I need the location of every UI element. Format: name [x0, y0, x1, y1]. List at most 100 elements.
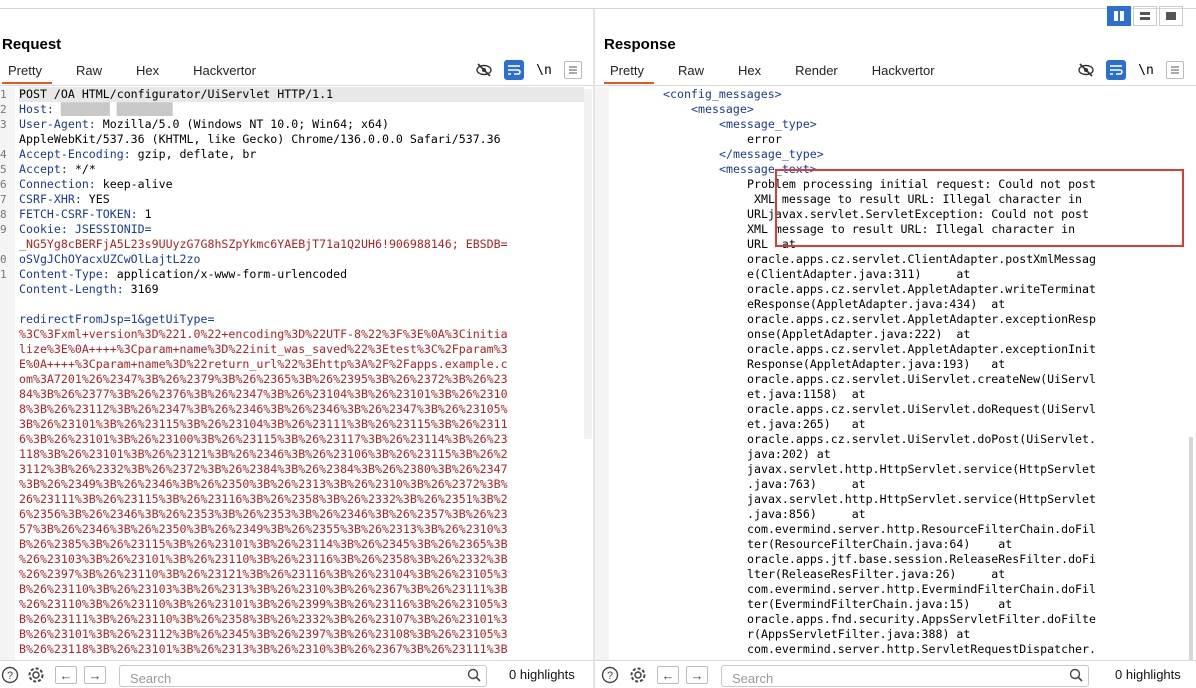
request-highlight-count: 0 highlights: [509, 667, 575, 682]
request-line: AppleWebKit/537.36 (KHTML, like Gecko) C…: [19, 132, 579, 147]
back-arrow-icon[interactable]: ←: [657, 666, 679, 684]
xml-text: r(AppsServletFilter.java:388) at: [747, 627, 971, 641]
request-search-input[interactable]: Search: [119, 665, 487, 687]
body-line: %26%23103%3B%26%23101%3B%26%23110%3B%26%…: [19, 552, 508, 566]
xml-text: e(ClientAdapter.java:311) at: [747, 267, 971, 281]
response-line: error: [595, 132, 1195, 147]
response-line: java:202) at: [595, 447, 1195, 462]
response-line: <config_messages>: [595, 87, 1195, 102]
request-line: Cookie: JSESSIONID=: [19, 222, 579, 237]
response-line: </message_type>: [595, 147, 1195, 162]
tab-hackvertor[interactable]: Hackvertor: [866, 61, 945, 84]
xml-text: oracle.apps.jtf.base.session.ReleaseResF…: [747, 552, 1097, 566]
response-line: ter(ResourceFilterChain.java:64) at: [595, 537, 1195, 552]
newline-icon[interactable]: \n: [534, 60, 554, 80]
tab-pretty[interactable]: Pretty: [604, 61, 654, 84]
line-number: 4: [0, 148, 7, 161]
response-footer: ? ← → Search 0 highlights: [595, 660, 1196, 688]
tab-raw[interactable]: Raw: [672, 61, 714, 84]
xml-text: lter(ReleaseResFilter.java:26) at: [747, 567, 1006, 581]
body-line: B%26%2385%3B%26%23115%3B%26%23101%3B%26%…: [19, 537, 508, 551]
xml-text: error: [747, 132, 782, 146]
request-line: Accept-Encoding: gzip, deflate, br: [19, 147, 579, 162]
header-value: _NG5Yg8cBERFjA5L23s9UUyzG7G8hSZpYkmc6YAE…: [19, 237, 508, 251]
header-value: AppleWebKit/537.36 (KHTML, like Gecko) C…: [19, 132, 501, 146]
header-name: Content-Type:: [19, 267, 110, 281]
back-arrow-icon[interactable]: ←: [55, 666, 77, 684]
response-line: lter(ReleaseResFilter.java:26) at: [595, 567, 1195, 582]
tab-raw[interactable]: Raw: [70, 61, 112, 84]
wrap-icon[interactable]: [1106, 60, 1126, 80]
tab-hex[interactable]: Hex: [732, 61, 771, 84]
body-line: B%26%23110%3B%26%23103%3B%26%2313%3B%26%…: [19, 582, 508, 596]
body-line: %26%23110%3B%26%23110%3B%26%23101%3B%26%…: [19, 597, 508, 611]
body-line: B%26%23118%3B%26%23101%3B%26%2313%3B%26%…: [19, 642, 508, 656]
response-line: et.java:1158) at: [595, 387, 1195, 402]
xml-text: et.java:1158) at: [747, 387, 866, 401]
response-search-input[interactable]: Search: [721, 665, 1089, 687]
header-name: POST /OA HTML/configurator/UiServlet HTT…: [19, 87, 334, 101]
xml-text: oracle.apps.cz.servlet.AppletAdapter.exc…: [747, 312, 1097, 326]
header-name: Content-Length:: [19, 282, 124, 296]
search-icon: [464, 666, 484, 684]
svg-text:?: ?: [7, 670, 13, 682]
response-line: com.evermind.server.http.ResourceFilterC…: [595, 522, 1195, 537]
forward-arrow-icon[interactable]: →: [686, 666, 708, 684]
header-value: YES: [81, 192, 110, 206]
response-line: et.java:265) at: [595, 417, 1195, 432]
header-name: CSRF-XHR:: [19, 192, 82, 206]
header-name: Accept-Encoding:: [19, 147, 131, 161]
response-editor[interactable]: <config_messages> <message> <message_type>…: [595, 87, 1196, 660]
xml-text: com.evermind.server.http.ServletRequestD…: [747, 642, 1097, 656]
response-highlight-count: 0 highlights: [1115, 667, 1181, 682]
wrap-icon[interactable]: [504, 60, 524, 80]
response-line: .java:763) at: [595, 477, 1195, 492]
header-value: Mozilla/5.0 (Windows NT 10.0; Win64; x64…: [95, 117, 389, 131]
header-value: ███████ ████████: [53, 102, 173, 116]
xml-tag: <message_type>: [719, 117, 817, 131]
response-line: oracle.apps.cz.servlet.UiServlet.createN…: [595, 372, 1195, 387]
response-line: com.evermind.server.http.ServletRequestD…: [595, 642, 1195, 657]
request-pane: Request Pretty Raw Hex Hackvertor \n 1 2 3…: [0, 9, 593, 688]
response-title: Response: [604, 36, 676, 53]
request-footer: ? ← → Search 0 highlights: [0, 660, 593, 688]
settings-icon[interactable]: [628, 666, 648, 684]
tab-hackvertor[interactable]: Hackvertor: [187, 61, 266, 84]
header-name: Connection:: [19, 177, 96, 191]
help-icon[interactable]: ?: [600, 666, 620, 684]
response-line: e(ClientAdapter.java:311) at: [595, 267, 1195, 282]
request-editor[interactable]: 1 2 3 4 5 6 7 8 9 0 1 POST /OA HTML/configurator/U…: [0, 87, 593, 660]
menu-icon[interactable]: [1166, 61, 1184, 79]
response-line: onse(AppletAdapter.java:222) at: [595, 327, 1195, 342]
newline-icon[interactable]: \n: [1136, 60, 1156, 80]
request-line: Connection: keep-alive: [19, 177, 579, 192]
eye-off-icon[interactable]: [474, 60, 494, 80]
response-scrollbar[interactable]: [1189, 437, 1193, 660]
menu-icon[interactable]: [564, 61, 582, 79]
response-line: oracle.apps.cz.servlet.AppletAdapter.exc…: [595, 342, 1195, 357]
response-line: <message>: [595, 102, 1195, 117]
settings-icon[interactable]: [26, 666, 46, 684]
eye-off-icon[interactable]: [1076, 60, 1096, 80]
request-line: _NG5Yg8cBERFjA5L23s9UUyzG7G8hSZpYkmc6YAE…: [19, 237, 579, 252]
xml-text: eResponse(AppletAdapter.java:434) at: [747, 297, 1006, 311]
tab-hex[interactable]: Hex: [130, 61, 169, 84]
response-line: com.evermind.server.http.EvermindFilterC…: [595, 582, 1195, 597]
xml-text: com.evermind.server.http.ResourceFilterC…: [747, 522, 1097, 536]
tab-render[interactable]: Render: [789, 61, 848, 84]
header-value: application/x-www-form-urlencoded: [109, 267, 348, 281]
body-line: om%3A7201%26%2347%3B%26%2379%3B%26%2365%…: [19, 372, 508, 386]
help-icon[interactable]: ?: [0, 666, 20, 684]
response-line: oracle.apps.cz.servlet.UiServlet.doReque…: [595, 402, 1195, 417]
forward-arrow-icon[interactable]: →: [84, 666, 106, 684]
xml-text: ter(ResourceFilterChain.java:64) at: [747, 537, 1013, 551]
xml-text: oracle.apps.cz.servlet.UiServlet.createN…: [747, 372, 1097, 386]
request-line: POST /OA HTML/configurator/UiServlet HTT…: [19, 87, 584, 102]
line-number: 1: [0, 88, 7, 101]
request-line: Accept: */*: [19, 162, 579, 177]
request-scrollbar[interactable]: [584, 89, 592, 439]
svg-text:?: ?: [607, 670, 613, 682]
header-name: User-Agent:: [19, 117, 96, 131]
tab-pretty[interactable]: Pretty: [2, 61, 52, 84]
body-line: %3B%26%2349%3B%26%2346%3B%26%2350%3B%26%…: [19, 477, 508, 491]
